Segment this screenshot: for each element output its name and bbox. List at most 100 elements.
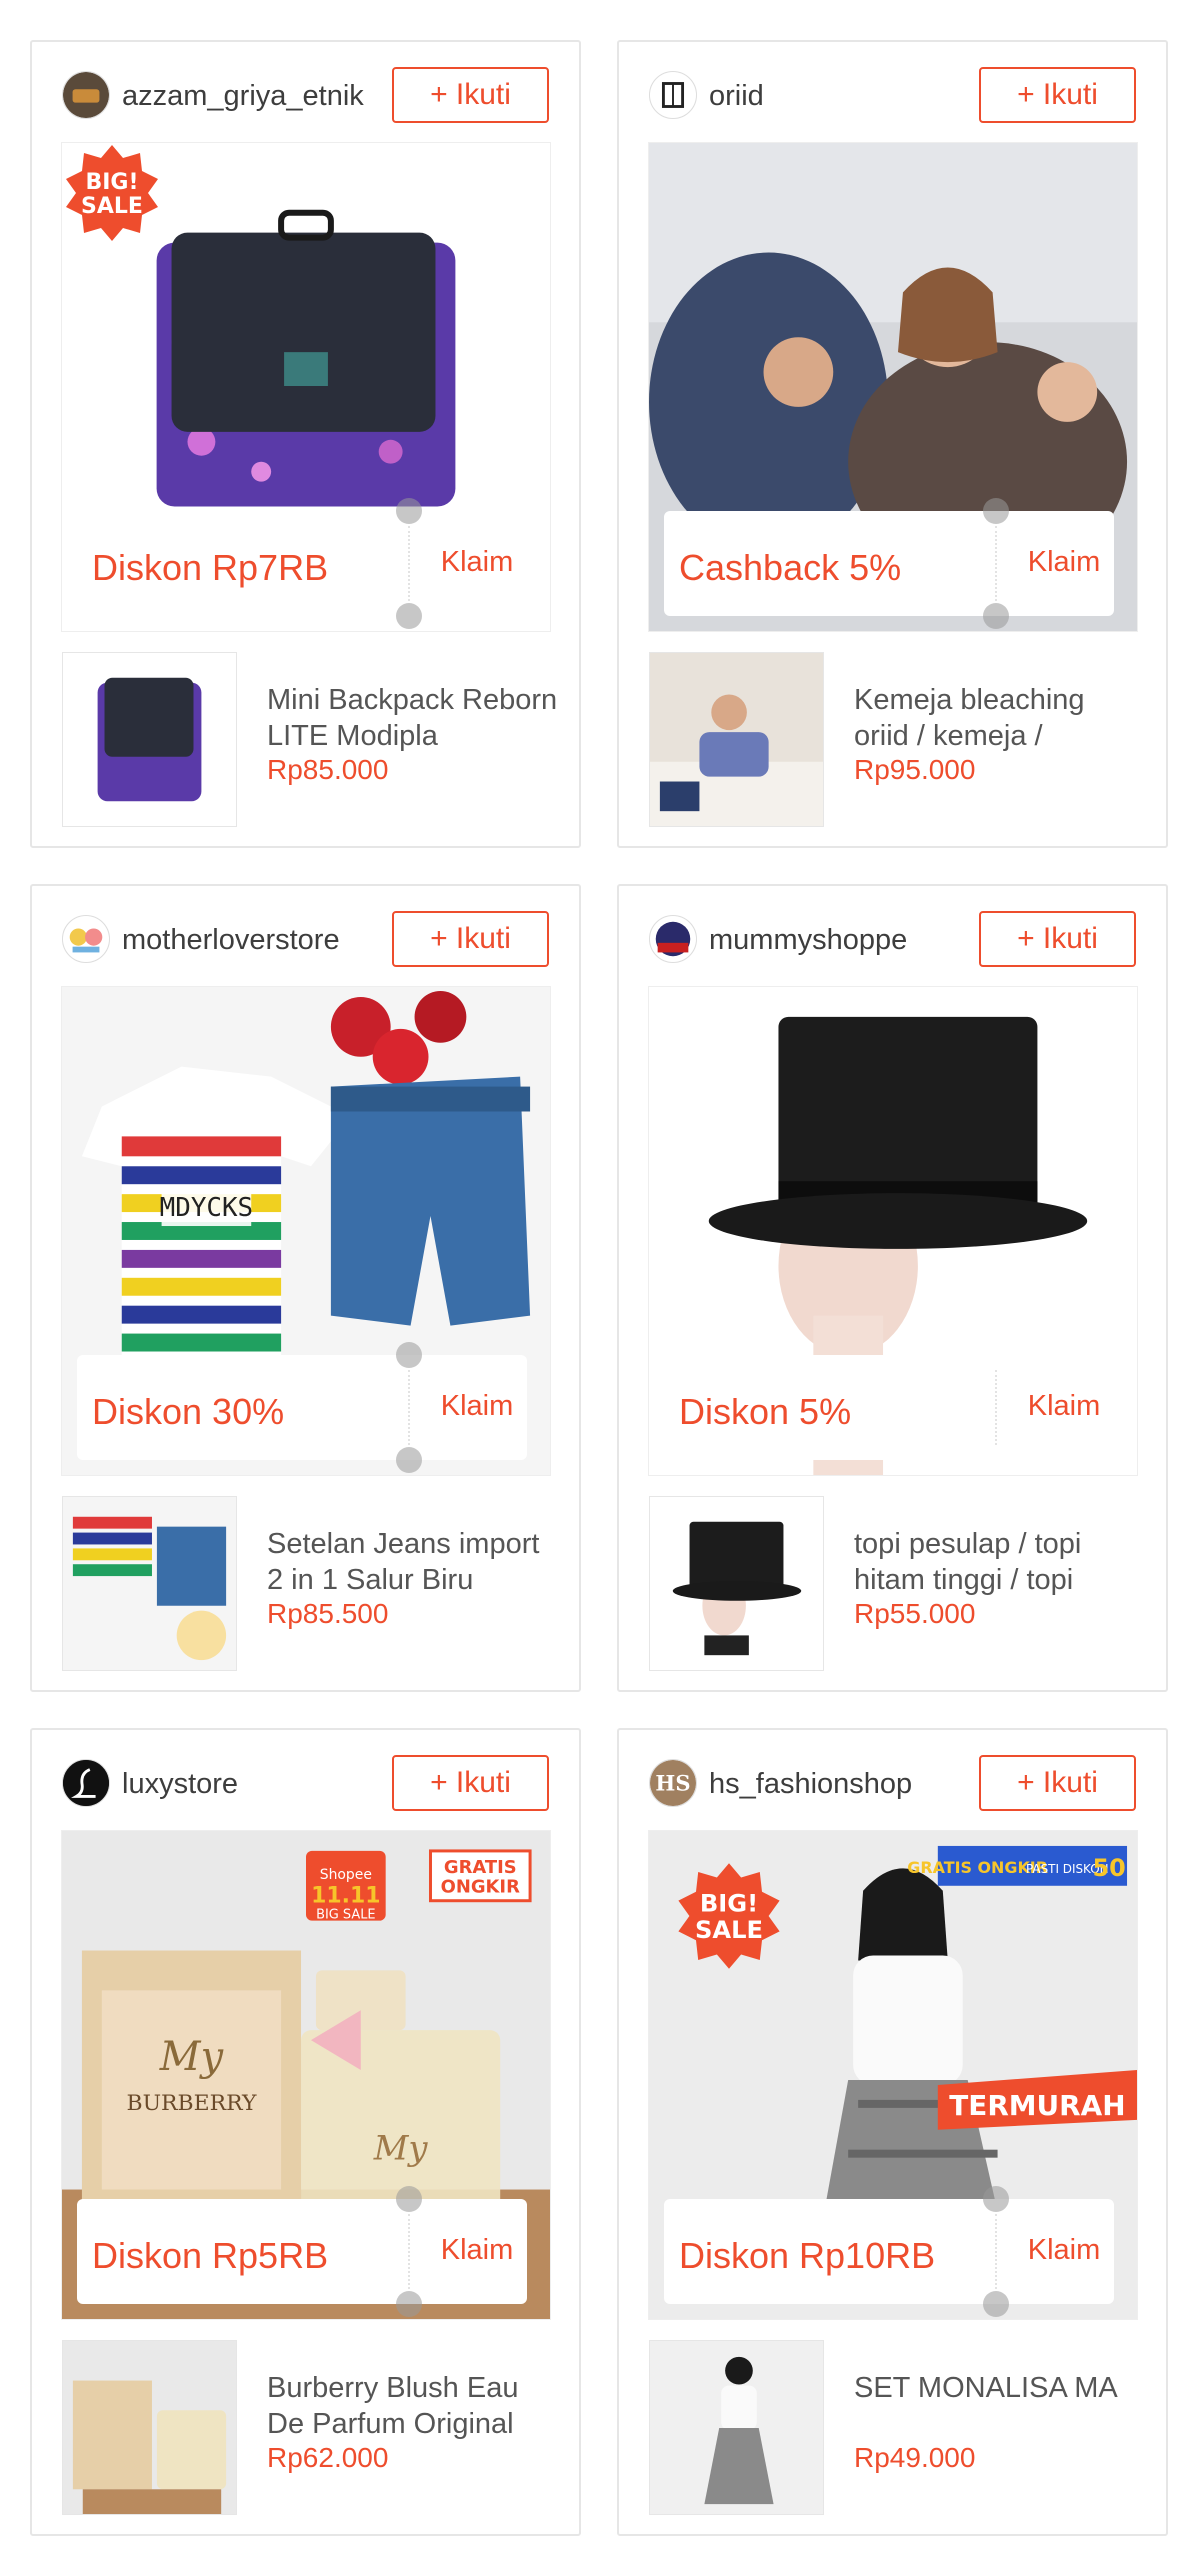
claim-button[interactable]: Klaim — [1014, 2234, 1114, 2267]
follow-button[interactable]: + Ikuti — [392, 67, 549, 123]
big-sale-mark: BIG SALE — [316, 1908, 376, 1923]
voucher-card: Diskon Rp5RB Klaim — [77, 2186, 527, 2317]
claim-button[interactable]: Klaim — [427, 546, 527, 579]
voucher-label: Cashback 5% — [679, 547, 902, 588]
product-price: Rp95.000 — [854, 754, 976, 785]
product-thumbnail[interactable] — [649, 2340, 824, 2515]
shop-avatar[interactable] — [649, 915, 697, 963]
shop-card-luxystore[interactable]: luxystore + Ikuti My BURBERRY My Shopee … — [30, 1728, 581, 2536]
product-price: Rp85.500 — [267, 1598, 389, 1629]
voucher-notch — [396, 2186, 422, 2212]
product-row[interactable]: Burberry Blush Eau De Parfum Original Rp… — [62, 2340, 559, 2515]
voucher-notch — [396, 2291, 422, 2317]
product-thumbnail[interactable] — [649, 652, 824, 827]
card-header: oriid + Ikuti — [649, 67, 1136, 123]
product-thumbnail[interactable] — [62, 2340, 237, 2515]
voucher-notch — [396, 1447, 422, 1473]
voucher-card: Diskon Rp10RB Klaim — [664, 2186, 1114, 2317]
voucher-divider — [408, 1370, 410, 1445]
shop-avatar[interactable]: HS — [649, 1759, 697, 1807]
voucher-notch — [983, 2186, 1009, 2212]
product-name[interactable]: topi pesulap / topi hitam tinggi / topi — [854, 1526, 1146, 1598]
svg-text:My: My — [159, 2034, 224, 2080]
product-hero-image[interactable]: Diskon 5% Klaim — [648, 986, 1138, 1476]
voucher-divider — [408, 2214, 410, 2289]
voucher-divider — [995, 526, 997, 601]
shop-avatar[interactable] — [649, 71, 697, 119]
voucher-card: Diskon 5% Klaim — [664, 1355, 1114, 1460]
follow-button[interactable]: + Ikuti — [392, 1755, 549, 1811]
card-header: motherloverstore + Ikuti — [62, 911, 549, 967]
shop-card-azzam-griya-etnik[interactable]: azzam_griya_etnik + Ikuti BIG! SALE Disk… — [30, 40, 581, 848]
shop-card-hs-fashionshop[interactable]: HS hs_fashionshop + Ikuti GRATIS ONGKIR … — [617, 1728, 1168, 2536]
product-thumbnail[interactable] — [62, 1496, 237, 1671]
fifty-mark: 50 — [1092, 1854, 1125, 1882]
svg-text:BURBERRY: BURBERRY — [127, 2091, 257, 2116]
voucher-label: Diskon 30% — [92, 1391, 285, 1432]
product-row[interactable]: Mini Backpack Reborn LITE Modipla Rp85.0… — [62, 652, 559, 827]
voucher-divider — [408, 526, 410, 601]
shop-name[interactable]: motherloverstore — [122, 924, 340, 957]
product-name[interactable]: Kemeja bleaching oriid / kemeja / — [854, 682, 1146, 754]
product-hero-image[interactable]: BIG! SALE Diskon Rp7RB Klaim — [61, 142, 551, 632]
card-header: azzam_griya_etnik + Ikuti — [62, 67, 549, 123]
product-hero-image[interactable]: GRATIS ONGKIR PASTI DISKON 50 TERMURAH B… — [648, 1830, 1138, 2320]
product-price: Rp55.000 — [854, 1598, 976, 1629]
shop-avatar[interactable] — [62, 71, 110, 119]
shop-card-mummyshoppe[interactable]: mummyshoppe + Ikuti Diskon 5% Klaim topi… — [617, 884, 1168, 1692]
shop-card-oriid[interactable]: oriid + Ikuti Cashback 5% Klaim Kemeja b… — [617, 40, 1168, 848]
voucher-notch — [396, 498, 422, 524]
follow-button[interactable]: + Ikuti — [392, 911, 549, 967]
voucher-card: Cashback 5% Klaim — [664, 498, 1114, 629]
follow-button[interactable]: + Ikuti — [979, 911, 1136, 967]
svg-text:BIG!: BIG! — [85, 170, 138, 195]
product-row[interactable]: Kemeja bleaching oriid / kemeja / Rp95.0… — [649, 652, 1146, 827]
card-header: mummyshoppe + Ikuti — [649, 911, 1136, 967]
shop-name[interactable]: mummyshoppe — [709, 924, 907, 957]
gratis-mark: GRATIS — [444, 1857, 517, 1878]
voucher-label: Diskon 5% — [679, 1391, 852, 1432]
product-thumbnail[interactable] — [62, 652, 237, 827]
product-thumbnail[interactable] — [649, 1496, 824, 1671]
product-name[interactable]: Mini Backpack Reborn LITE Modipla — [267, 682, 559, 754]
product-name[interactable]: SET MONALISA MA — [854, 2370, 1146, 2406]
voucher-divider — [995, 1370, 997, 1445]
voucher-notch — [983, 2291, 1009, 2317]
product-hero-image[interactable]: My BURBERRY My Shopee 11.11 BIG SALE GRA… — [61, 1830, 551, 2320]
ongkir-mark: ONGKIR — [441, 1877, 520, 1898]
card-header: HS hs_fashionshop + Ikuti — [649, 1755, 1136, 1811]
svg-text:SALE: SALE — [81, 194, 143, 219]
big-sale-badge: BIG! SALE — [66, 145, 158, 241]
shop-name[interactable]: azzam_griya_etnik — [122, 80, 364, 113]
shop-card-motherloverstore[interactable]: motherloverstore + Ikuti MDYCKS Diskon 3… — [30, 884, 581, 1692]
shop-avatar[interactable] — [62, 1759, 110, 1807]
product-price: Rp85.000 — [267, 754, 389, 785]
claim-button[interactable]: Klaim — [427, 2234, 527, 2267]
follow-button[interactable]: + Ikuti — [979, 67, 1136, 123]
voucher-card: Diskon Rp7RB Klaim — [77, 498, 527, 629]
svg-text:My: My — [373, 2129, 429, 2168]
shop-avatar[interactable] — [62, 915, 110, 963]
termurah-mark: TERMURAH — [949, 2089, 1125, 2122]
claim-button[interactable]: Klaim — [1014, 546, 1114, 579]
product-hero-image[interactable]: Cashback 5% Klaim — [648, 142, 1138, 632]
product-hero-image[interactable]: MDYCKS Diskon 30% Klaim — [61, 986, 551, 1476]
voucher-label: Diskon Rp10RB — [679, 2235, 936, 2276]
shop-name[interactable]: oriid — [709, 80, 764, 113]
product-row[interactable]: topi pesulap / topi hitam tinggi / topi … — [649, 1496, 1146, 1671]
svg-text:BIG!: BIG! — [700, 1890, 758, 1918]
voucher-divider — [995, 2214, 997, 2289]
product-name[interactable]: Burberry Blush Eau De Parfum Original — [267, 2370, 559, 2442]
shop-name[interactable]: luxystore — [122, 1768, 238, 1801]
follow-button[interactable]: + Ikuti — [979, 1755, 1136, 1811]
product-row[interactable]: SET MONALISA MA Rp49.000 — [649, 2340, 1146, 2515]
shop-name[interactable]: hs_fashionshop — [709, 1768, 912, 1801]
voucher-label: Diskon Rp5RB — [92, 2235, 329, 2276]
svg-text:HS: HS — [655, 1771, 690, 1796]
product-price: Rp62.000 — [267, 2442, 389, 2473]
claim-button[interactable]: Klaim — [1014, 1390, 1114, 1423]
product-name[interactable]: Setelan Jeans import 2 in 1 Salur Biru — [267, 1526, 559, 1598]
product-row[interactable]: Setelan Jeans import 2 in 1 Salur Biru R… — [62, 1496, 559, 1671]
claim-button[interactable]: Klaim — [427, 1390, 527, 1423]
card-header: luxystore + Ikuti — [62, 1755, 549, 1811]
